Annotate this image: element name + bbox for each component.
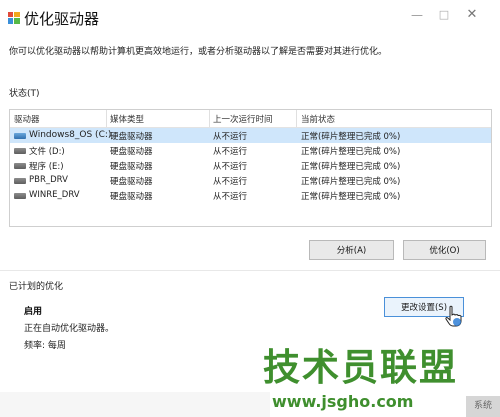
list-header: 驱动器 媒体类型 上一次运行时间 当前状态 xyxy=(10,110,491,128)
drive-name: Windows8_OS (C:) xyxy=(29,130,112,140)
schedule-frequency: 频率: 每周 xyxy=(24,341,66,351)
drive-name: 程序 (E:) xyxy=(29,162,64,172)
drive-status: 正常(碎片整理已完成 0%) xyxy=(301,132,401,142)
drive-list[interactable]: 驱动器 媒体类型 上一次运行时间 当前状态 Windows8_OS (C:) 硬… xyxy=(9,109,492,227)
column-header-current-status[interactable]: 当前状态 xyxy=(301,113,335,125)
hard-drive-icon xyxy=(14,148,26,154)
optimize-button[interactable]: 优化(O) xyxy=(403,240,486,260)
column-header-drive[interactable]: 驱动器 xyxy=(14,113,40,125)
column-header-last-run[interactable]: 上一次运行时间 xyxy=(213,113,273,125)
minimize-button[interactable]: — xyxy=(405,6,429,24)
drive-name: 文件 (D:) xyxy=(29,147,65,157)
column-header-media-type[interactable]: 媒体类型 xyxy=(110,113,144,125)
drive-media-type: 硬盘驱动器 xyxy=(110,132,153,142)
close-button[interactable]: ✕ xyxy=(460,6,484,24)
windows-drive-icon xyxy=(14,133,26,139)
drive-last-run: 从不运行 xyxy=(213,132,248,142)
drive-last-run: 从不运行 xyxy=(213,162,248,172)
watermark-url: www.jsgho.com xyxy=(272,392,414,411)
bottom-strip xyxy=(0,392,270,417)
drive-name: WINRE_DRV xyxy=(29,190,80,200)
drive-status: 正常(碎片整理已完成 0%) xyxy=(301,177,401,187)
defrag-app-icon xyxy=(8,12,20,24)
schedule-description: 正在自动优化驱动器。 xyxy=(24,324,115,334)
column-separator xyxy=(106,110,107,127)
drive-last-run: 从不运行 xyxy=(213,177,248,187)
drive-row-e[interactable]: 程序 (E:) 硬盘驱动器 从不运行 正常(碎片整理已完成 0%) xyxy=(10,158,491,173)
section-divider xyxy=(0,270,500,271)
drive-status: 正常(碎片整理已完成 0%) xyxy=(301,147,401,157)
hand-cursor-icon xyxy=(445,305,462,327)
drive-name: PBR_DRV xyxy=(29,175,68,185)
hard-drive-icon xyxy=(14,163,26,169)
window-title: 优化驱动器 xyxy=(24,10,100,28)
analyze-button[interactable]: 分析(A) xyxy=(309,240,394,260)
maximize-button[interactable]: □ xyxy=(432,6,456,24)
column-separator xyxy=(209,110,210,127)
watermark-corner-badge: 系统 xyxy=(466,396,500,417)
hard-drive-icon xyxy=(14,193,26,199)
drive-row-c[interactable]: Windows8_OS (C:) 硬盘驱动器 从不运行 正常(碎片整理已完成 0… xyxy=(10,128,491,143)
drive-last-run: 从不运行 xyxy=(213,192,248,202)
drive-row-winre[interactable]: WINRE_DRV 硬盘驱动器 从不运行 正常(碎片整理已完成 0%) xyxy=(10,188,491,203)
drive-row-d[interactable]: 文件 (D:) 硬盘驱动器 从不运行 正常(碎片整理已完成 0%) xyxy=(10,143,491,158)
watermark-logo-text: 技术员联盟 xyxy=(263,346,458,389)
scheduled-section-label: 已计划的优化 xyxy=(9,282,64,292)
schedule-enabled-text: 启用 xyxy=(24,307,43,317)
drive-media-type: 硬盘驱动器 xyxy=(110,147,153,157)
drive-status: 正常(碎片整理已完成 0%) xyxy=(301,162,401,172)
description-text: 你可以优化驱动器以帮助计算机更高效地运行，或者分析驱动器以了解是否需要对其进行优… xyxy=(9,47,388,57)
status-section-label: 状态(T) xyxy=(9,89,40,99)
drive-last-run: 从不运行 xyxy=(213,147,248,157)
drive-media-type: 硬盘驱动器 xyxy=(110,162,153,172)
hard-drive-icon xyxy=(14,178,26,184)
drive-media-type: 硬盘驱动器 xyxy=(110,177,153,187)
drive-media-type: 硬盘驱动器 xyxy=(110,192,153,202)
drive-row-pbr[interactable]: PBR_DRV 硬盘驱动器 从不运行 正常(碎片整理已完成 0%) xyxy=(10,173,491,188)
drive-status: 正常(碎片整理已完成 0%) xyxy=(301,192,401,202)
column-separator xyxy=(296,110,297,127)
